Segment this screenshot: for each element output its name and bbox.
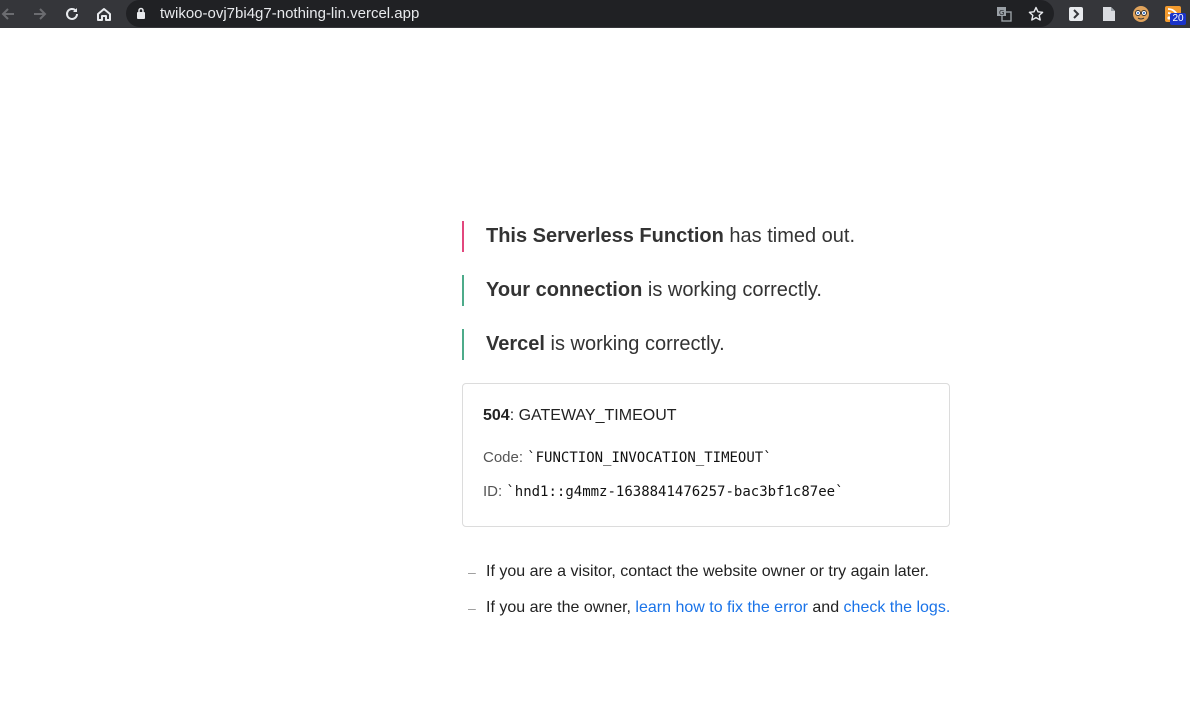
tip-owner-suffix: .	[945, 599, 951, 616]
forward-arrow-icon	[34, 8, 47, 20]
tip-owner-mid: and	[807, 599, 844, 616]
status-line-function: This Serverless Function has timed out.	[462, 221, 950, 252]
address-bar[interactable]: twikoo-ovj7bi4g7-nothing-lin.vercel.app …	[126, 0, 1054, 27]
status-bar-green	[462, 329, 464, 360]
forward-button[interactable]	[26, 0, 54, 28]
tip-owner-prefix: If you are the owner,	[486, 599, 636, 616]
status-line-vercel: Vercel is working correctly.	[462, 329, 950, 360]
error-status-name: GATEWAY_TIMEOUT	[518, 407, 677, 424]
back-arrow-icon	[1, 8, 14, 20]
fix-error-link[interactable]: learn how to fix the error	[635, 599, 808, 616]
error-id-value: `hnd1::g4mmz-1638841476257-bac3bf1c87ee`	[506, 484, 844, 500]
status-bar-red	[462, 221, 464, 252]
url-text[interactable]: twikoo-ovj7bi4g7-nothing-lin.vercel.app	[160, 4, 419, 23]
error-status: 504: GATEWAY_TIMEOUT	[483, 406, 929, 426]
status-line-connection: Your connection is working correctly.	[462, 275, 950, 306]
tip-visitor-text: If you are a visitor, contact the websit…	[486, 563, 929, 580]
home-icon	[97, 8, 111, 21]
back-button[interactable]	[0, 0, 22, 28]
status-subject: This Serverless Function	[486, 225, 724, 247]
help-tips: – If you are a visitor, contact the webs…	[468, 560, 988, 632]
translate-icon[interactable]: G	[994, 4, 1014, 24]
browser-toolbar: twikoo-ovj7bi4g7-nothing-lin.vercel.app …	[0, 0, 1190, 28]
reload-button[interactable]	[58, 0, 86, 28]
extension-arrow-icon[interactable]	[1066, 4, 1086, 24]
reload-icon	[66, 7, 78, 20]
error-code-row: Code: `FUNCTION_INVOCATION_TIMEOUT`	[483, 448, 929, 468]
tip-dash: –	[468, 600, 476, 616]
error-status-separator: :	[509, 407, 519, 424]
check-logs-link[interactable]: check the logs	[844, 599, 946, 616]
status-subject: Your connection	[486, 279, 643, 301]
bookmark-star-icon[interactable]	[1026, 4, 1046, 24]
status-text: is working correctly.	[544, 333, 725, 355]
extension-badge: 20	[1170, 13, 1186, 25]
tip-visitor: – If you are a visitor, contact the webs…	[468, 560, 988, 584]
error-id-row: ID: `hnd1::g4mmz-1638841476257-bac3bf1c8…	[483, 482, 929, 502]
extension-document-icon[interactable]	[1099, 4, 1119, 24]
tip-dash: –	[468, 564, 476, 580]
status-bar-green	[462, 275, 464, 306]
extension-face-icon[interactable]	[1131, 4, 1151, 24]
error-status-code: 504	[483, 407, 510, 424]
home-button[interactable]	[90, 0, 118, 28]
svg-text:G: G	[999, 9, 1004, 17]
lock-icon	[136, 7, 146, 25]
status-text: is working correctly.	[642, 279, 822, 301]
status-text: has timed out.	[723, 225, 856, 247]
error-code-value: `FUNCTION_INVOCATION_TIMEOUT`	[527, 450, 772, 466]
error-details-box: 504: GATEWAY_TIMEOUT Code: `FUNCTION_INV…	[462, 383, 950, 527]
tip-owner: – If you are the owner, learn how to fix…	[468, 596, 988, 620]
error-code-label: Code:	[483, 449, 528, 466]
status-subject: Vercel	[486, 333, 545, 355]
error-id-label: ID:	[483, 483, 507, 500]
status-list: This Serverless Function has timed out. …	[462, 221, 950, 383]
